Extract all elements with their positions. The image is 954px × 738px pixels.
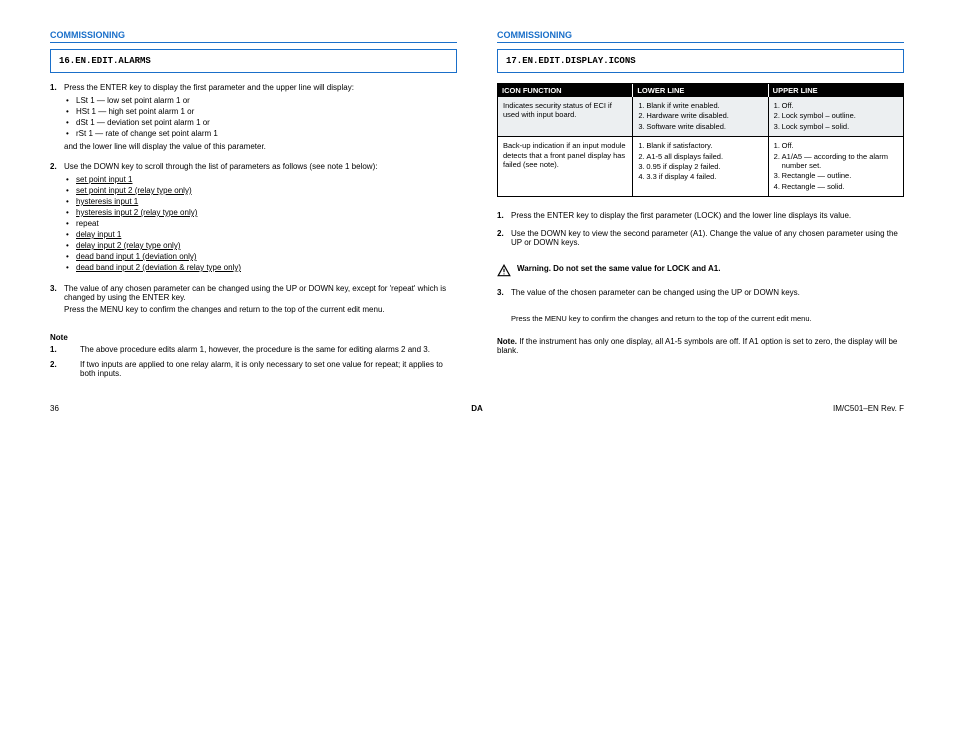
list-item: dSt 1 — deviation set point alarm 1 or <box>76 118 457 127</box>
footer-doc-id: IM/C501–EN Rev. F <box>619 404 904 413</box>
step-number: 1. <box>497 211 511 223</box>
step-text: Press the MENU key to confirm the change… <box>64 305 457 314</box>
note-text: If two inputs are applied to one relay a… <box>80 360 457 378</box>
bullet-list: •LSt 1 — low set point alarm 1 or •HSt 1… <box>66 96 457 138</box>
step-text: and the lower line will display the valu… <box>64 142 457 151</box>
list-item: repeat <box>76 219 457 228</box>
step-number: 2. <box>50 162 64 276</box>
list-item: delay input 1 <box>76 230 457 239</box>
table-cell: 1.Blank if write enabled. 2.Hardware wri… <box>633 97 768 137</box>
step-text: Use the DOWN key to view the second para… <box>511 229 904 247</box>
warning-block: Warning. Do not set the same value for L… <box>497 264 904 280</box>
list-item: rSt 1 — rate of change set point alarm 1 <box>76 129 457 138</box>
step-text: Press the ENTER key to display the first… <box>64 83 457 92</box>
result-paragraph: Press the MENU key to confirm the change… <box>511 314 904 323</box>
section-header-right: COMMISSIONING <box>497 30 904 43</box>
table-cell: 1.Blank if satisfactory. 2.A1-5 all disp… <box>633 137 768 196</box>
step-number: 3. <box>50 284 64 317</box>
list-item: hysteresis input 2 (relay type only) <box>76 208 457 217</box>
list-item: dead band input 1 (deviation only) <box>76 252 457 261</box>
table-cell: Indicates security status of ECI if used… <box>498 97 633 137</box>
list-item: hysteresis input 1 <box>76 197 457 206</box>
table-header: LOWER LINE <box>633 84 768 97</box>
table-header: UPPER LINE <box>769 84 903 97</box>
step-number: 2. <box>497 229 511 250</box>
command-box-left: 16.EN.EDIT.ALARMS <box>50 49 457 73</box>
step-text: The value of the chosen parameter can be… <box>511 288 904 297</box>
bullet-list: •set point input 1 •set point input 2 (r… <box>66 175 457 272</box>
note-text: If the instrument has only one display, … <box>497 337 897 355</box>
note-number: 1. <box>50 345 80 354</box>
section-header-left: COMMISSIONING <box>50 30 457 43</box>
footer-page-number: 36 <box>50 404 335 413</box>
cell-text: Indicates security status of ECI if used… <box>503 101 627 120</box>
list-item: delay input 2 (relay type only) <box>76 241 457 250</box>
table-row: Indicates security status of ECI if used… <box>498 97 903 137</box>
right-column: COMMISSIONING 17.EN.EDIT.DISPLAY.ICONS I… <box>497 30 904 384</box>
step-text: Use the DOWN key to scroll through the l… <box>64 162 457 171</box>
list-item: HSt 1 — high set point alarm 1 or <box>76 107 457 116</box>
left-step-1: 1. Press the ENTER key to display the fi… <box>50 83 457 154</box>
page-footer: 36 DA IM/C501–EN Rev. F <box>0 404 954 433</box>
list-item: LSt 1 — low set point alarm 1 or <box>76 96 457 105</box>
left-step-2: 2. Use the DOWN key to scroll through th… <box>50 162 457 276</box>
left-step-3: 3. The value of any chosen parameter can… <box>50 284 457 317</box>
warning-text: Warning. Do not set the same value for L… <box>517 264 904 273</box>
list-item: dead band input 2 (deviation & relay typ… <box>76 263 457 272</box>
step-text: Press the ENTER key to display the first… <box>511 211 904 220</box>
table-row: Back-up indication if an input module de… <box>498 137 903 196</box>
step-number: 3. <box>497 288 511 300</box>
table-cell: 1.Off. 2.Lock symbol – outline. 3.Lock s… <box>769 97 903 137</box>
notes-block: Note 1. The above procedure edits alarm … <box>50 333 457 384</box>
step-text: The value of any chosen parameter can be… <box>64 284 457 302</box>
table-header: ICON FUNCTION <box>498 84 633 97</box>
note-heading: Note. <box>497 337 517 346</box>
right-note: Note. If the instrument has only one dis… <box>497 337 904 355</box>
list-item: set point input 2 (relay type only) <box>76 186 457 195</box>
note-number: 2. <box>50 360 80 378</box>
icon-table: ICON FUNCTION LOWER LINE UPPER LINE Indi… <box>497 83 904 197</box>
warning-icon <box>497 264 517 280</box>
note-heading: Note <box>50 333 457 342</box>
table-header-row: ICON FUNCTION LOWER LINE UPPER LINE <box>498 84 903 97</box>
table-cell: 1.Off. 2.A1/A5 — according to the alarm … <box>769 137 903 196</box>
table-cell: Back-up indication if an input module de… <box>498 137 633 196</box>
list-item: set point input 1 <box>76 175 457 184</box>
right-step-3: 3. The value of the chosen parameter can… <box>497 288 904 300</box>
right-step-2: 2. Use the DOWN key to view the second p… <box>497 229 904 250</box>
right-step-1: 1. Press the ENTER key to display the fi… <box>497 211 904 223</box>
footer-logo-text: DA <box>335 404 620 413</box>
cell-text: Back-up indication if an input module de… <box>503 141 627 169</box>
left-column: COMMISSIONING 16.EN.EDIT.ALARMS 1. Press… <box>50 30 457 384</box>
step-number: 1. <box>50 83 64 154</box>
note-text: The above procedure edits alarm 1, howev… <box>80 345 457 354</box>
command-box-right: 17.EN.EDIT.DISPLAY.ICONS <box>497 49 904 73</box>
